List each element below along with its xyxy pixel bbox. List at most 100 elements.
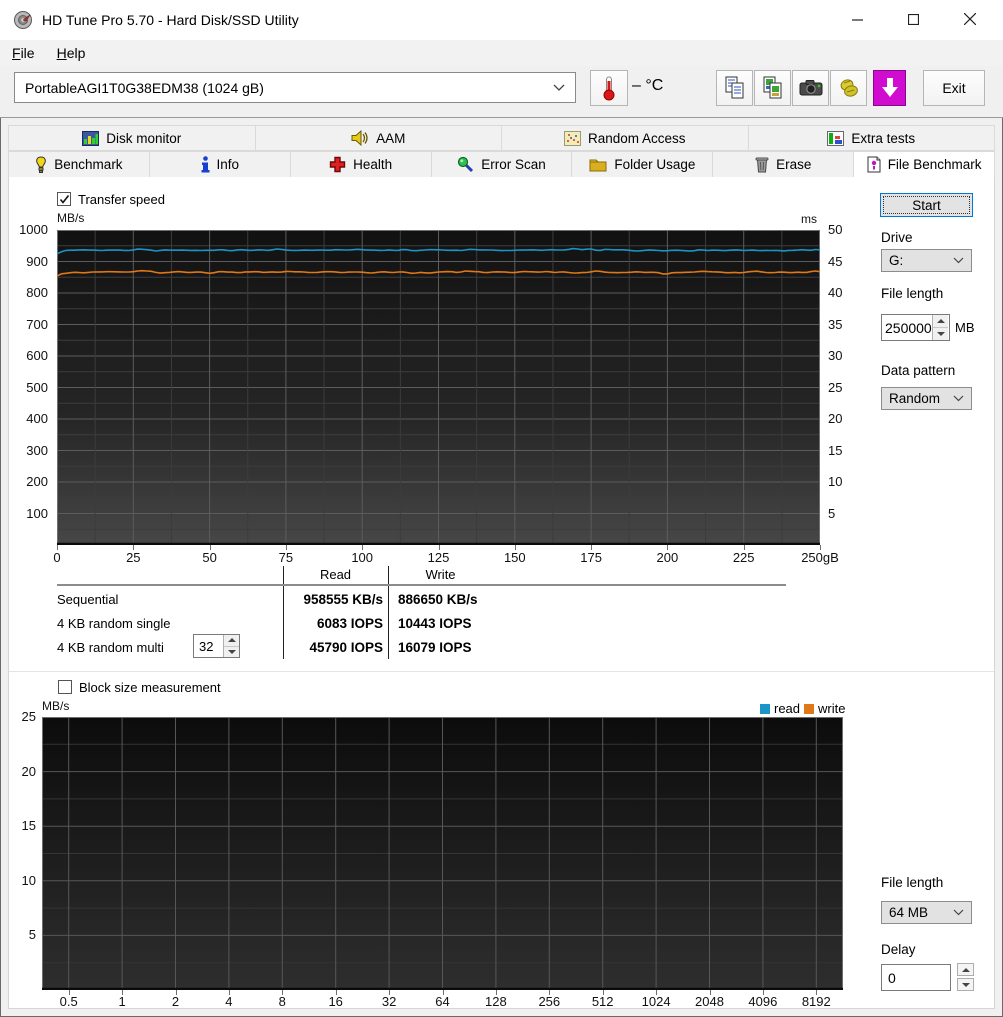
y2-axis-label: 35	[828, 316, 843, 332]
y-axis-label: 10	[21, 872, 36, 888]
thermometer-icon	[603, 76, 615, 101]
axis-tick	[175, 990, 177, 995]
axis-tick	[816, 990, 818, 995]
temperature-button[interactable]	[590, 70, 628, 106]
result-row-label: 4 KB random multi	[57, 640, 164, 655]
y-axis-label: 20	[21, 763, 36, 779]
tab-file-benchmark[interactable]: File Benchmark	[854, 151, 996, 178]
data-pattern-dropdown[interactable]: Random	[881, 387, 972, 410]
result-write-value: 10443 IOPS	[398, 616, 472, 631]
maximize-button[interactable]	[890, 2, 936, 36]
data-pattern-value: Random	[889, 391, 941, 406]
axis-tick	[285, 545, 287, 550]
delay-up-button[interactable]	[957, 963, 974, 976]
axis-tick	[209, 545, 211, 550]
tab-disk-monitor[interactable]: Disk monitor	[8, 125, 256, 151]
chevron-down-icon	[953, 909, 964, 916]
block-size-chart	[42, 717, 843, 990]
y2-axis-label: 10	[828, 474, 843, 489]
y2-axis-label: 50	[828, 222, 843, 237]
x-axis-label: 0.5	[59, 994, 78, 1009]
x-axis-label: 4	[225, 994, 233, 1009]
delay-down-button[interactable]	[957, 978, 974, 991]
y-axis-label: 900	[26, 253, 48, 269]
tab-benchmark[interactable]: Benchmark	[8, 151, 150, 178]
close-button[interactable]	[947, 2, 993, 36]
spin-up-button[interactable]	[933, 315, 948, 328]
y-axis-label: 25	[21, 709, 36, 724]
window-title: HD Tune Pro 5.70 - Hard Disk/SSD Utility	[42, 12, 299, 28]
file-benchmark-icon	[867, 156, 881, 173]
data-pattern-label: Data pattern	[881, 363, 956, 378]
hands-button[interactable]	[830, 70, 867, 106]
axis-tick	[495, 990, 497, 995]
start-button[interactable]: Start	[880, 193, 973, 217]
file-length2-dropdown[interactable]: 64 MB	[881, 901, 972, 924]
y2-axis-label: 45	[828, 253, 843, 269]
scatter-icon	[563, 130, 581, 146]
drive-value: G:	[889, 253, 904, 268]
tab-error-scan[interactable]: Error Scan	[431, 151, 573, 178]
chevron-down-icon	[553, 84, 565, 91]
read-legend-label: read	[774, 701, 801, 716]
extra-tests-icon	[827, 130, 845, 146]
drive-dropdown[interactable]: G:	[881, 249, 972, 272]
screenshot-button[interactable]	[792, 70, 829, 106]
copy-image-button[interactable]	[754, 70, 791, 106]
x-axis-label: 256	[538, 994, 561, 1009]
y-axis-label: 700	[26, 316, 48, 332]
axis-tick	[549, 990, 551, 995]
read-column-header: Read	[319, 567, 352, 582]
y2-axis-label: 25	[828, 379, 843, 395]
y-axis-label: 15	[21, 818, 36, 834]
y-axis-unit-left: MB/s	[57, 211, 85, 225]
axis-tick	[442, 990, 444, 995]
tab-folder-usage[interactable]: Folder Usage	[572, 151, 714, 178]
file-length-value: 250000	[885, 319, 932, 336]
menu-file[interactable]: File	[0, 41, 45, 65]
tab-random-access[interactable]: Random Access	[502, 125, 749, 151]
info-icon	[201, 156, 210, 173]
tab-extra-tests[interactable]: Extra tests	[748, 125, 995, 151]
spin-down-button[interactable]	[933, 328, 948, 340]
exit-button[interactable]: Exit	[923, 70, 985, 106]
error-scan-icon	[458, 156, 474, 173]
temperature-value: – °C	[632, 77, 664, 94]
x-axis-label: 32	[381, 994, 397, 1009]
axis-tick	[438, 545, 440, 550]
minimize-button[interactable]	[834, 2, 880, 36]
triangle-up-icon	[961, 967, 970, 972]
tab-health[interactable]: Health	[290, 151, 432, 178]
drive-selector-dropdown[interactable]: PortableAGI1T0G38EDM38 (1024 gB)	[14, 72, 576, 103]
tab-erase[interactable]: Erase	[713, 151, 855, 178]
file-length-unit: MB	[955, 320, 975, 335]
delay-input[interactable]: 0	[881, 964, 951, 991]
menu-help[interactable]: Help	[45, 41, 96, 65]
axis-tick	[709, 990, 711, 995]
axis-tick	[68, 990, 70, 995]
x-axis-label: 0	[53, 550, 61, 565]
y-axis-label: 5	[28, 927, 36, 943]
transfer-speed-checkbox[interactable]	[57, 192, 71, 206]
block-size-checkbox[interactable]	[58, 680, 72, 694]
axis-tick	[514, 545, 516, 550]
chevron-down-icon	[953, 257, 964, 264]
tab-info[interactable]: Info	[149, 151, 291, 178]
file-length-label: File length	[881, 286, 944, 301]
delay-value: 0	[888, 969, 896, 986]
tab-aam[interactable]: AAM	[255, 125, 502, 151]
camera-icon	[799, 80, 822, 96]
save-results-button[interactable]	[873, 70, 906, 106]
transfer-speed-chart	[57, 230, 820, 545]
hd-tune-logo-icon	[14, 11, 32, 29]
file-length-stepper[interactable]: 250000	[881, 314, 950, 341]
axis-tick	[282, 990, 284, 995]
hands-icon	[840, 79, 858, 97]
x-axis-label: 175	[580, 550, 602, 565]
x-axis-label: 64	[435, 994, 450, 1009]
x-axis-label: 512	[591, 994, 614, 1009]
section-divider	[9, 671, 994, 672]
x-axis-label: 25	[126, 550, 141, 565]
copy-text-button[interactable]	[716, 70, 753, 106]
result-write-value: 886650 KB/s	[398, 592, 478, 607]
